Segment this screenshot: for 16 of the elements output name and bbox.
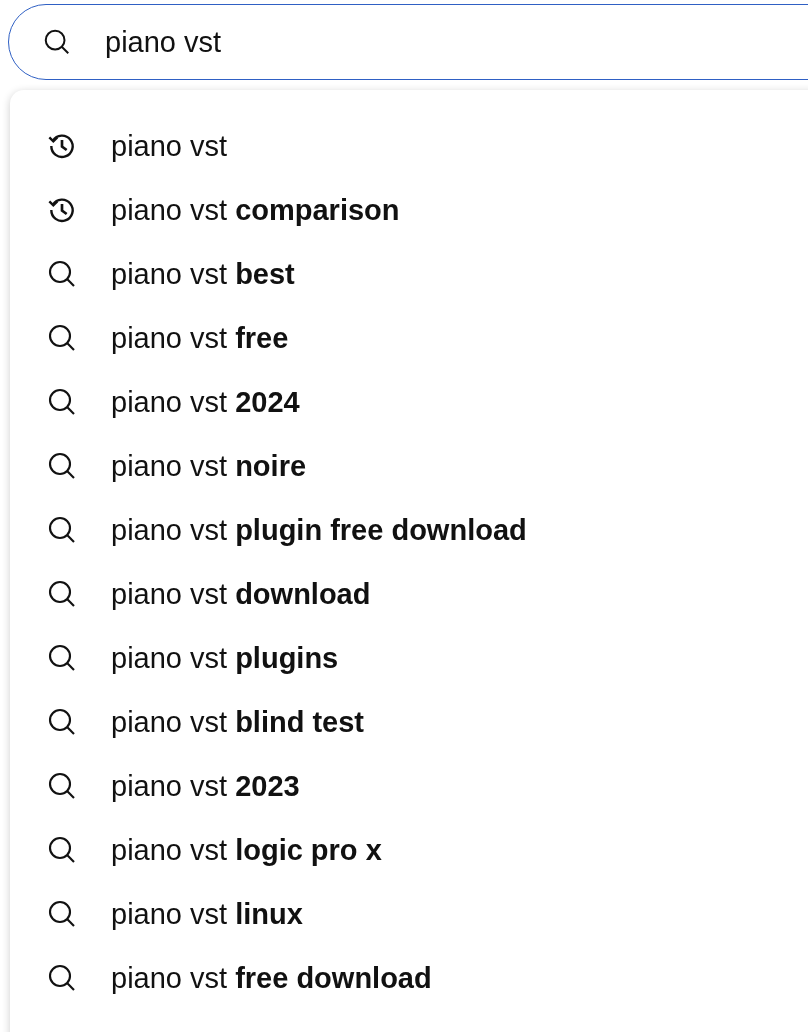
suggestion-item[interactable]: piano vst free download: [10, 946, 808, 1010]
suggestion-item[interactable]: piano vst 2023: [10, 754, 808, 818]
suggestion-item[interactable]: piano vst linux: [10, 882, 808, 946]
search-field[interactable]: piano vst: [8, 4, 808, 80]
suggestion-item[interactable]: piano vst noire: [10, 434, 808, 498]
suggestion-item[interactable]: piano vst plugins: [10, 626, 808, 690]
search-icon: [42, 27, 72, 57]
suggestion-item[interactable]: piano vst comparison: [10, 178, 808, 242]
suggestion-item[interactable]: piano vst: [10, 114, 808, 178]
suggestion-item[interactable]: piano vst free: [10, 306, 808, 370]
suggestion-item[interactable]: piano vst blind test: [10, 690, 808, 754]
suggestion-item[interactable]: piano vst 2024: [10, 370, 808, 434]
suggestion-item[interactable]: piano vst download: [10, 562, 808, 626]
suggestion-item[interactable]: piano vst plugin free download: [10, 498, 808, 562]
suggestion-item[interactable]: piano vst logic pro x: [10, 818, 808, 882]
suggestion-item[interactable]: piano vst best: [10, 242, 808, 306]
